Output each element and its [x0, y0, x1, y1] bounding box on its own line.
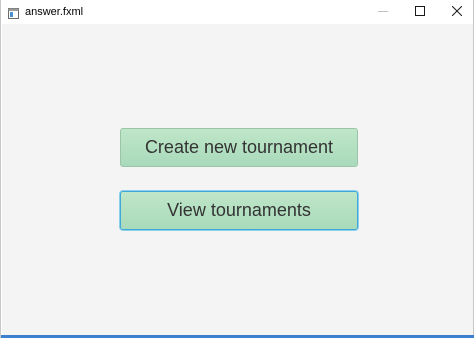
minimize-icon	[378, 3, 388, 21]
maximize-button[interactable]	[404, 0, 436, 24]
close-icon	[451, 3, 463, 21]
close-button[interactable]	[441, 0, 473, 24]
title-bar[interactable]: answer.fxml	[1, 0, 473, 24]
minimize-button[interactable]	[367, 0, 399, 24]
app-window: answer.fxml Create new tournament View t…	[0, 0, 474, 338]
main-content: Create new tournament View tournaments	[2, 24, 473, 335]
app-window-icon	[8, 6, 19, 19]
maximize-icon	[415, 3, 425, 21]
view-tournaments-button[interactable]: View tournaments	[120, 191, 358, 230]
window-title: answer.fxml	[25, 6, 84, 18]
create-new-tournament-button[interactable]: Create new tournament	[120, 128, 358, 167]
